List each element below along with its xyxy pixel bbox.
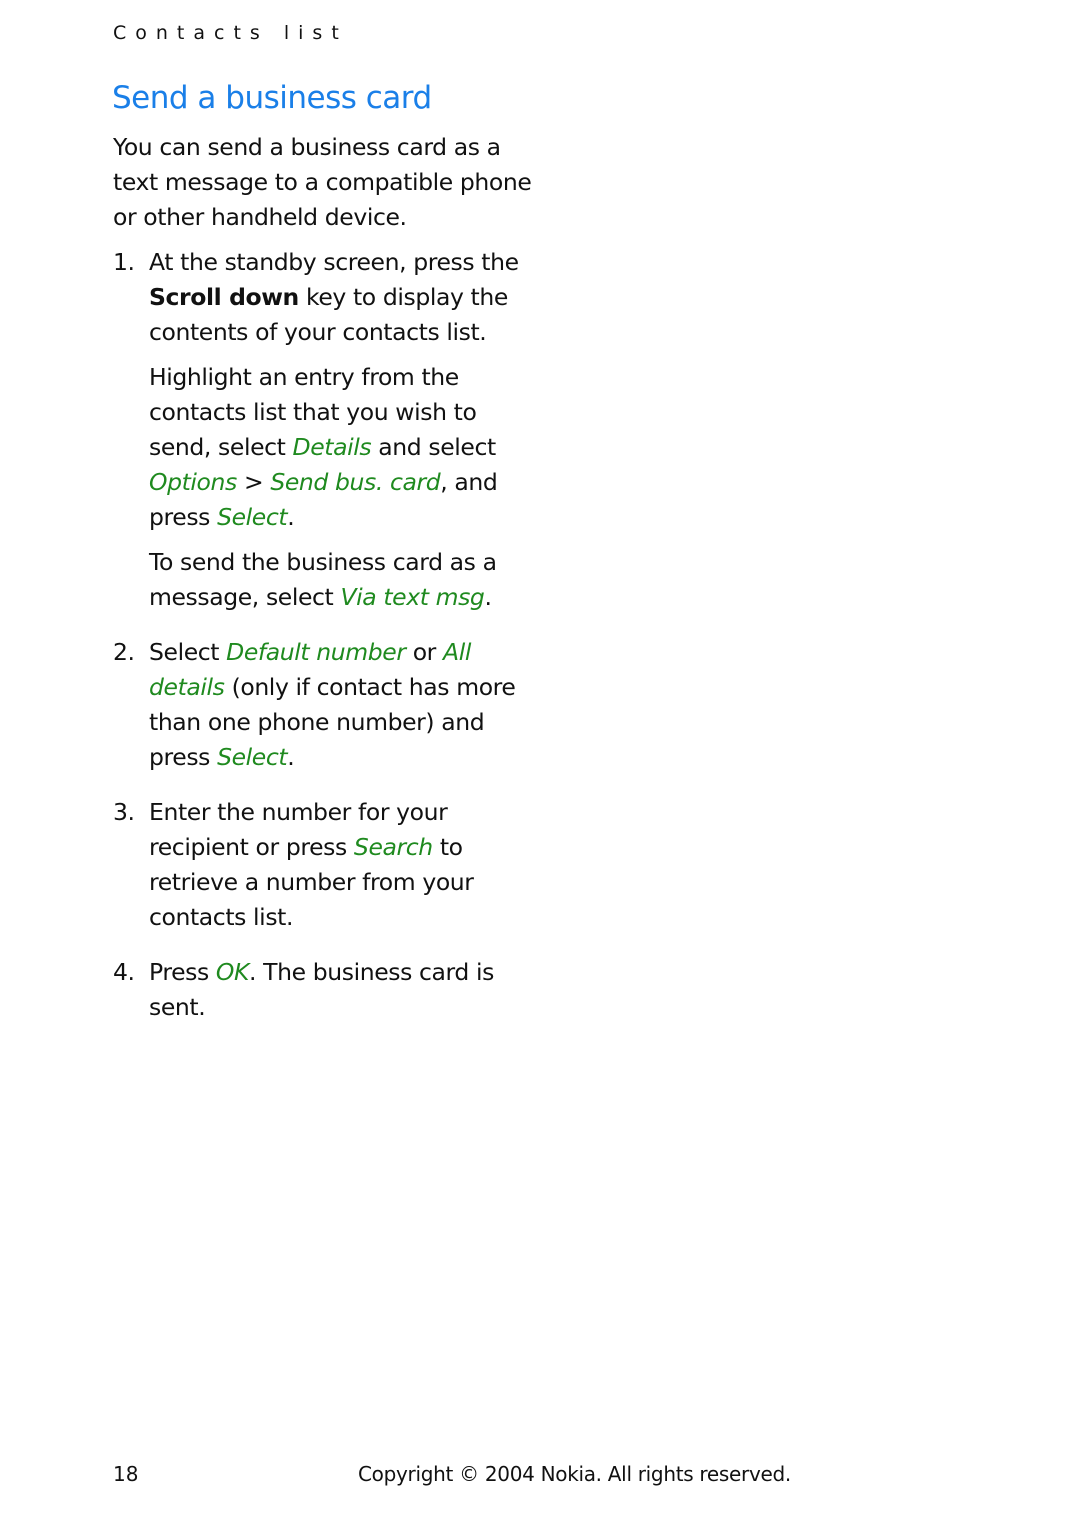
- step-number: 3.: [113, 798, 135, 826]
- text: or: [405, 638, 444, 666]
- step-paragraph: Enter the number for your recipient or p…: [149, 795, 533, 935]
- ui-term: Default number: [226, 638, 406, 666]
- text: At the standby screen, press the: [149, 248, 519, 276]
- step-2: 2. Select Default number or All details …: [113, 635, 533, 785]
- text: and select: [371, 433, 496, 461]
- ui-term: Search: [353, 833, 433, 861]
- ui-term: Select: [217, 743, 288, 771]
- ui-term: Via text msg: [340, 583, 485, 611]
- step-1: 1. At the standby screen, press the Scro…: [113, 245, 533, 625]
- step-paragraph: To send the business card as a message, …: [149, 545, 533, 615]
- step-paragraph: Select Default number or All details (on…: [149, 635, 533, 775]
- step-paragraph: At the standby screen, press the Scroll …: [149, 245, 533, 350]
- ui-term: Details: [292, 433, 372, 461]
- ui-term: OK: [215, 958, 250, 986]
- page-number: 18: [113, 1462, 139, 1486]
- text: .: [287, 743, 295, 771]
- content: You can send a business card as a text m…: [113, 130, 533, 1045]
- step-3: 3. Enter the number for your recipient o…: [113, 795, 533, 945]
- ui-term: Send bus. card: [270, 468, 441, 496]
- ui-term: Options: [149, 468, 237, 496]
- ui-term: Select: [217, 503, 288, 531]
- text: Press: [149, 958, 216, 986]
- text: Select: [149, 638, 227, 666]
- step-paragraph: Press OK. The business card is sent.: [149, 955, 533, 1025]
- step-paragraph: Highlight an entry from the contacts lis…: [149, 360, 533, 535]
- text: >: [236, 468, 271, 496]
- step-4: 4. Press OK. The business card is sent.: [113, 955, 533, 1035]
- step-number: 2.: [113, 638, 135, 666]
- key-name: Scroll down: [149, 283, 299, 311]
- text: .: [484, 583, 492, 611]
- step-number: 4.: [113, 958, 135, 986]
- copyright-notice: Copyright © 2004 Nokia. All rights reser…: [358, 1462, 791, 1486]
- text: .: [287, 503, 295, 531]
- step-number: 1.: [113, 248, 135, 276]
- running-head: Contacts list: [113, 22, 348, 44]
- section-title: Send a business card: [112, 80, 432, 116]
- intro-paragraph: You can send a business card as a text m…: [113, 133, 532, 231]
